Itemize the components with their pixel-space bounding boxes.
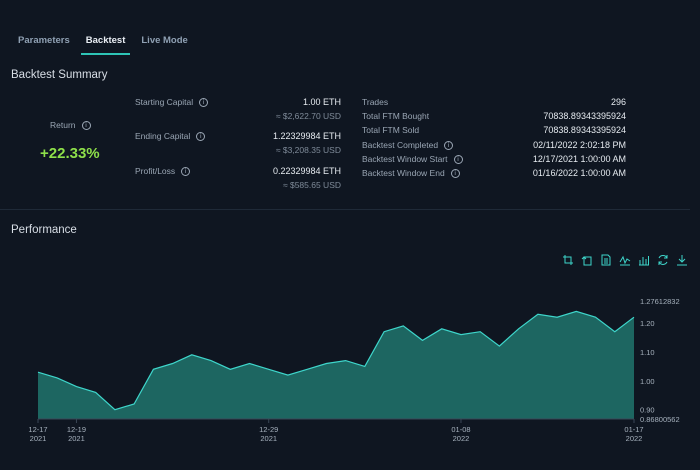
x-tick-label: 12-29 — [259, 425, 278, 434]
x-tick-label: 01-08 — [451, 425, 470, 434]
info-icon[interactable]: i — [450, 168, 460, 178]
return-label-text: Return — [50, 120, 76, 130]
stat-label-text: Backtest Window Start — [362, 154, 448, 164]
tab-parameters[interactable]: Parameters — [10, 28, 78, 54]
stat-label: Trades — [362, 97, 388, 107]
stat-trades: Trades 296 — [362, 97, 626, 109]
ending-capital-usd: ≈ $3,208.35 USD — [275, 145, 341, 155]
info-icon[interactable]: i — [199, 97, 209, 107]
y-tick-label: 1.10 — [640, 348, 655, 357]
return-label: Return i — [50, 120, 91, 130]
y-tick-label: 0.90 — [640, 406, 655, 415]
stat-backtest-completed: Backtest Completed i 02/11/2022 2:02:18 P… — [362, 140, 626, 152]
stat-value: 12/17/2021 1:00:00 AM — [532, 154, 626, 164]
zoom-reset-icon[interactable] — [580, 253, 593, 266]
tab-live-mode[interactable]: Live Mode — [133, 28, 195, 54]
ending-capital-eth: 1.22329984 ETH — [272, 131, 341, 141]
info-icon[interactable]: i — [444, 140, 454, 150]
x-tick-year: 2021 — [260, 434, 277, 443]
stat-total-sold: Total FTM Sold 70838.89343395924 — [362, 125, 626, 137]
y-min-label: 0.86800562 — [640, 415, 680, 424]
restore-icon[interactable] — [656, 253, 669, 266]
stat-label: Total FTM Sold — [362, 125, 419, 135]
stat-label: Backtest Completed i — [362, 140, 454, 150]
y-tick-label: 1.00 — [640, 377, 655, 386]
tab-bar: Parameters Backtest Live Mode — [10, 28, 196, 55]
bar-chart-icon[interactable] — [637, 253, 650, 266]
y-max-label: 1.27612832 — [640, 297, 680, 306]
ending-capital-label-text: Ending Capital — [135, 131, 191, 141]
info-icon[interactable]: i — [181, 166, 191, 176]
starting-capital-eth: 1.00 ETH — [302, 97, 341, 107]
stat-total-bought: Total FTM Bought 70838.89343395924 — [362, 111, 626, 123]
profit-loss-label: Profit/Loss i — [135, 166, 191, 176]
data-view-icon[interactable] — [599, 253, 612, 266]
tab-backtest[interactable]: Backtest — [78, 28, 134, 55]
x-tick-label: 12-17 — [28, 425, 47, 434]
info-icon[interactable]: i — [196, 131, 206, 141]
x-tick-year: 2021 — [30, 434, 47, 443]
info-icon[interactable]: i — [81, 120, 91, 130]
starting-capital-label-text: Starting Capital — [135, 97, 194, 107]
stat-window-start: Backtest Window Start i 12/17/2021 1:00:0… — [362, 154, 626, 166]
line-chart-icon[interactable] — [618, 253, 631, 266]
x-tick-label: 01-17 — [624, 425, 643, 434]
starting-capital-label: Starting Capital i — [135, 97, 209, 107]
stat-value: 70838.89343395924 — [543, 125, 626, 135]
stat-label-text: Backtest Completed — [362, 140, 439, 150]
stat-window-end: Backtest Window End i 01/16/2022 1:00:00 … — [362, 168, 626, 180]
x-tick-year: 2022 — [453, 434, 470, 443]
zoom-select-icon[interactable] — [561, 253, 574, 266]
ending-capital-label: Ending Capital i — [135, 131, 206, 141]
stat-value: 01/16/2022 1:00:00 AM — [532, 168, 626, 178]
x-tick-year: 2021 — [68, 434, 85, 443]
chart-toolbar — [561, 253, 688, 266]
section-divider — [0, 209, 690, 210]
stat-value: 296 — [610, 97, 626, 107]
x-tick-label: 12-19 — [67, 425, 86, 434]
stat-label-text: Trades — [362, 97, 389, 107]
stat-label-text: Total FTM Sold — [362, 125, 420, 135]
performance-chart: 0.90 1.00 1.10 1.20 1.27612832 0.86800562 12-1… — [28, 297, 680, 443]
profit-loss-eth: 0.22329984 ETH — [272, 166, 341, 176]
stat-label: Total FTM Bought — [362, 111, 429, 121]
stat-label-text: Total FTM Bought — [362, 111, 430, 121]
stat-value: 02/11/2022 2:02:18 PM — [533, 140, 626, 150]
starting-capital-usd: ≈ $2,622.70 USD — [275, 111, 341, 121]
profit-loss-usd: ≈ $585.65 USD — [282, 180, 341, 190]
stat-value: 70838.89343395924 — [543, 111, 626, 121]
backtest-summary-title: Backtest Summary — [11, 69, 108, 81]
x-tick-year: 2022 — [626, 434, 643, 443]
stat-label: Backtest Window Start i — [362, 154, 463, 164]
profit-loss-label-text: Profit/Loss — [135, 166, 176, 176]
return-value: +22.33% — [40, 145, 100, 162]
info-icon[interactable]: i — [453, 154, 463, 164]
download-icon[interactable] — [675, 253, 688, 266]
equity-area — [38, 311, 634, 419]
stat-label: Backtest Window End i — [362, 168, 460, 178]
performance-title: Performance — [11, 224, 77, 236]
y-tick-label: 1.20 — [640, 319, 655, 328]
stat-label-text: Backtest Window End — [362, 168, 445, 178]
